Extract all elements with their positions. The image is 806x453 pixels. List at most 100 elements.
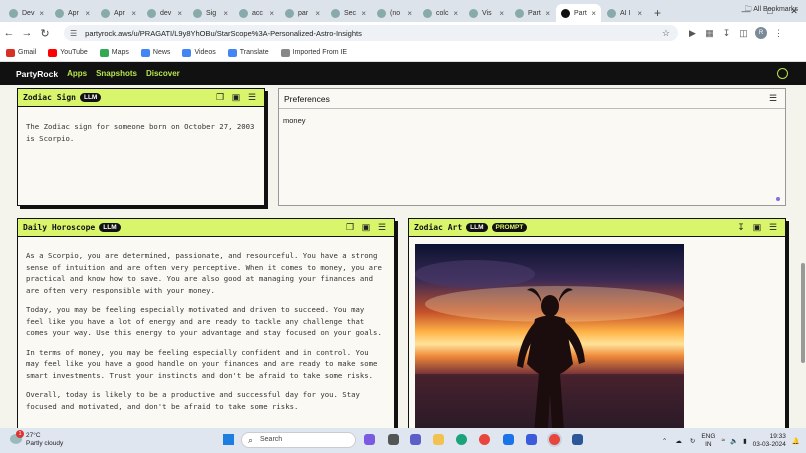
- word-icon[interactable]: [572, 434, 583, 445]
- tab-close-icon[interactable]: ×: [591, 9, 596, 18]
- nav-discover[interactable]: Discover: [146, 69, 180, 78]
- browser-tab[interactable]: Apr ×: [50, 4, 95, 22]
- tab-label: Part: [528, 9, 541, 17]
- browser-tab[interactable]: Part ×: [556, 4, 601, 22]
- notification-bell-icon[interactable]: 🔔: [792, 437, 800, 445]
- battery-icon[interactable]: ▮: [743, 437, 747, 445]
- browser-tab[interactable]: Sec ×: [326, 4, 371, 22]
- wifi-icon[interactable]: ≈: [721, 437, 725, 444]
- tab-close-icon[interactable]: ×: [361, 9, 366, 18]
- browser-tab[interactable]: Sig ×: [188, 4, 233, 22]
- copy-icon[interactable]: ❐: [212, 92, 228, 103]
- bookmark-label: YouTube: [60, 49, 88, 56]
- partyrock-logo[interactable]: PartyRock: [16, 69, 58, 79]
- cloud-icon[interactable]: ☁: [675, 437, 682, 445]
- nav-apps[interactable]: Apps: [67, 69, 87, 78]
- bookmark-label: News: [152, 49, 171, 56]
- volume-icon[interactable]: 🔈: [730, 437, 738, 445]
- media-player-icon[interactable]: [526, 434, 537, 445]
- tab-close-icon[interactable]: ×: [131, 9, 136, 18]
- browser-toolbar: ← → ↻ ☰ partyrock.aws/u/PRAGATI/L9y8YhOB…: [0, 22, 806, 44]
- browser-tab[interactable]: Vis ×: [464, 4, 509, 22]
- tab-close-icon[interactable]: ×: [637, 9, 642, 18]
- bookmark-favicon-icon: [48, 48, 58, 57]
- address-bar[interactable]: ☰ partyrock.aws/u/PRAGATI/L9y8YhOBu/Star…: [64, 25, 678, 41]
- forward-icon[interactable]: →: [18, 27, 36, 39]
- settings-sliders-icon[interactable]: ☰: [765, 93, 781, 104]
- mail-icon[interactable]: [503, 434, 514, 445]
- browser-tab[interactable]: dev ×: [142, 4, 187, 22]
- bookmark-item[interactable]: Videos: [182, 48, 216, 57]
- tab-close-icon[interactable]: ×: [269, 9, 274, 18]
- download-icon[interactable]: ↧: [718, 28, 735, 39]
- browser-tab[interactable]: acc ×: [234, 4, 279, 22]
- browser-tab[interactable]: Part ×: [510, 4, 555, 22]
- tab-label: Sec: [344, 9, 357, 17]
- sync-icon[interactable]: ↻: [690, 437, 695, 445]
- tab-close-icon[interactable]: ×: [223, 9, 228, 18]
- tab-close-icon[interactable]: ×: [177, 9, 182, 18]
- page-scrollbar[interactable]: [801, 263, 805, 363]
- notification-badge: 1: [16, 430, 24, 438]
- tab-label: Vis: [482, 9, 492, 17]
- profile-avatar[interactable]: R: [755, 27, 767, 39]
- tab-close-icon[interactable]: ×: [453, 9, 458, 18]
- settings-sliders-icon[interactable]: ☰: [244, 92, 260, 103]
- chrome-active-icon[interactable]: [549, 434, 560, 445]
- chrome-icon[interactable]: [479, 434, 490, 445]
- download-icon[interactable]: ↧: [733, 222, 749, 233]
- browser-tab[interactable]: Dev ×: [4, 4, 49, 22]
- bookmark-item[interactable]: Maps: [99, 48, 129, 57]
- bookmark-item[interactable]: News: [140, 48, 171, 57]
- sidepanel-icon[interactable]: ◫: [735, 28, 752, 39]
- teams-icon[interactable]: [410, 434, 421, 445]
- bookmark-item[interactable]: Gmail: [6, 48, 36, 57]
- copilot-icon[interactable]: [364, 434, 375, 445]
- snapshot-icon[interactable]: ▣: [749, 222, 765, 233]
- bookmark-item[interactable]: YouTube: [48, 48, 88, 57]
- extensions-icon[interactable]: ▦: [701, 28, 718, 39]
- file-explorer-icon[interactable]: [433, 434, 444, 445]
- preferences-input[interactable]: money: [279, 109, 785, 132]
- menu-icon[interactable]: ⋮: [770, 28, 787, 39]
- copy-icon[interactable]: ❐: [342, 222, 358, 233]
- tab-close-icon[interactable]: ×: [499, 9, 504, 18]
- media-icon[interactable]: ▶: [684, 28, 701, 39]
- tab-favicon-icon: [285, 8, 294, 18]
- edge-icon[interactable]: [456, 434, 467, 445]
- widget-output: As a Scorpio, you are determined, passio…: [18, 237, 394, 428]
- taskview-icon[interactable]: [388, 434, 399, 445]
- tab-close-icon[interactable]: ×: [407, 9, 412, 18]
- bookmark-star-icon[interactable]: ☆: [662, 28, 670, 39]
- settings-sliders-icon[interactable]: ☰: [765, 222, 781, 233]
- resize-handle-icon[interactable]: [776, 197, 780, 201]
- browser-tab[interactable]: par ×: [280, 4, 325, 22]
- weather-widget[interactable]: 1 27°C Partly cloudy: [10, 430, 63, 448]
- browser-tab[interactable]: AI I ×: [602, 4, 647, 22]
- tab-close-icon[interactable]: ×: [85, 9, 90, 18]
- windows-taskbar: 1 27°C Partly cloudy Search ⌃ ☁ ↻ ENG IN…: [0, 428, 806, 453]
- tab-close-icon[interactable]: ×: [545, 9, 550, 18]
- language-indicator[interactable]: ENG IN: [701, 433, 715, 449]
- chevron-up-icon[interactable]: ⌃: [662, 437, 667, 445]
- settings-sliders-icon[interactable]: ☰: [374, 222, 390, 233]
- bookmark-item[interactable]: Imported From IE: [280, 48, 347, 57]
- all-bookmarks-button[interactable]: 🗀 All Bookmarks: [745, 5, 798, 16]
- browser-tab[interactable]: Apr ×: [96, 4, 141, 22]
- nav-snapshots[interactable]: Snapshots: [96, 69, 137, 78]
- snapshot-icon[interactable]: ▣: [358, 222, 374, 233]
- smiley-icon[interactable]: [777, 68, 788, 79]
- clock[interactable]: 19:33 03-03-2024: [753, 433, 786, 449]
- bookmark-item[interactable]: Translate: [227, 48, 269, 57]
- back-icon[interactable]: ←: [0, 27, 18, 39]
- new-tab-icon[interactable]: +: [654, 4, 661, 22]
- snapshot-icon[interactable]: ▣: [228, 92, 244, 103]
- tab-close-icon[interactable]: ×: [315, 9, 320, 18]
- tab-close-icon[interactable]: ×: [39, 9, 44, 18]
- browser-tab[interactable]: colc ×: [418, 4, 463, 22]
- reload-icon[interactable]: ↻: [36, 27, 54, 40]
- browser-tab[interactable]: (no ×: [372, 4, 417, 22]
- windows-start-icon[interactable]: [223, 434, 234, 445]
- site-info-icon[interactable]: ☰: [70, 29, 77, 38]
- taskbar-search[interactable]: Search: [241, 432, 356, 448]
